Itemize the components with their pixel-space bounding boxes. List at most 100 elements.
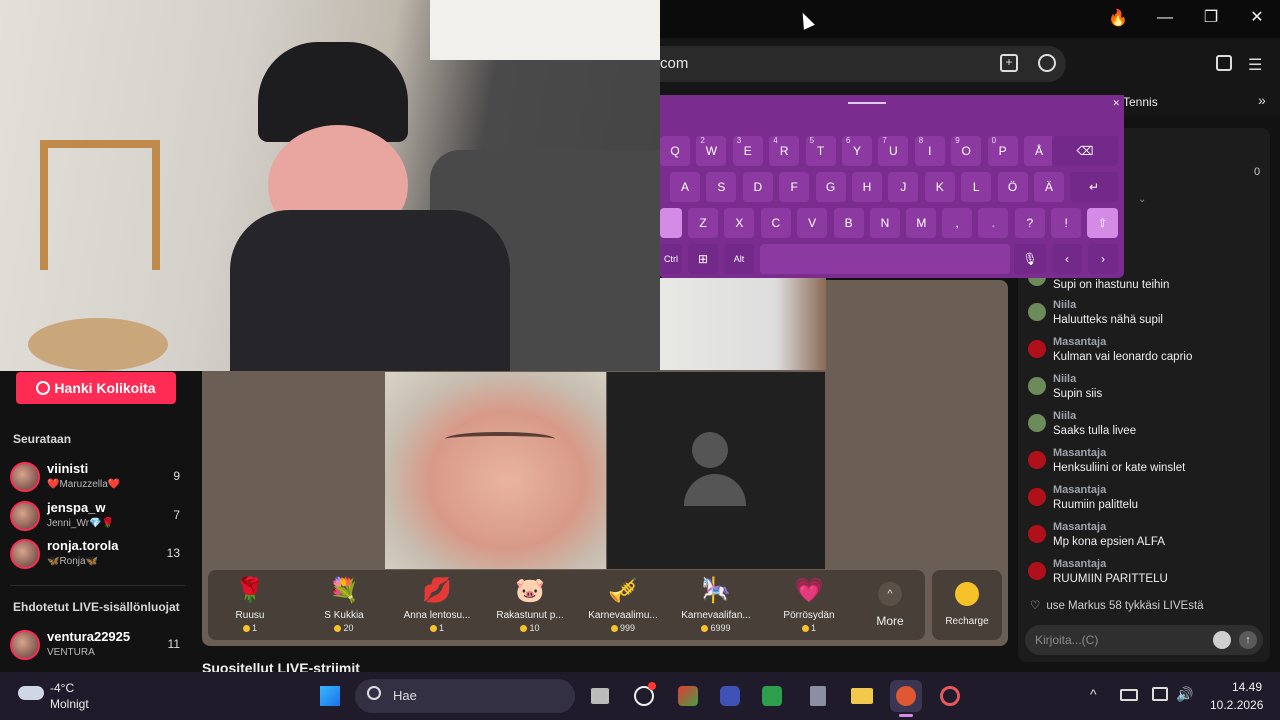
gift-item[interactable]: 🎺 Karnevaalimu... 999 [577, 570, 669, 640]
gift-icon: 🎠 [701, 577, 731, 604]
key-m[interactable]: M [906, 208, 937, 238]
start-button[interactable] [314, 680, 346, 712]
following-item[interactable]: ronja.torola 🦋Ronja🦋 13 [10, 537, 190, 573]
collections-icon[interactable] [1216, 55, 1232, 71]
ctrl-key[interactable]: Ctrl [660, 244, 682, 274]
key-k[interactable]: K [924, 172, 955, 202]
enter-key[interactable]: ↵ [1070, 172, 1118, 202]
arrow-right-key[interactable]: › [1088, 244, 1118, 274]
key-punctuation[interactable]: ? [1014, 208, 1045, 238]
clock-time[interactable]: 14.49 [1232, 680, 1262, 694]
key-o[interactable]: 9O [951, 136, 982, 166]
key-x[interactable]: X [724, 208, 755, 238]
key-z[interactable]: Z [688, 208, 718, 238]
key-q[interactable]: Q [660, 136, 690, 166]
expand-chevron-icon[interactable]: ⌄ [1138, 194, 1146, 205]
get-coins-button[interactable]: Hanki Kolikoita [16, 372, 176, 404]
chat-message: Niila Saaks tulla livee [1028, 410, 1263, 446]
key-s[interactable]: S [706, 172, 737, 202]
network-icon[interactable] [1152, 687, 1168, 701]
key-v[interactable]: V [797, 208, 828, 238]
key-å[interactable]: Å [1024, 136, 1054, 166]
bookmark-tennis[interactable]: Tennis [1123, 95, 1158, 109]
key-h[interactable]: H [852, 172, 882, 202]
clock-date[interactable]: 10.2.2026 [1210, 698, 1263, 712]
suggested-item[interactable]: ventura22925 VENTURA 11 [10, 628, 190, 664]
url-text[interactable]: com [660, 55, 688, 72]
keyboard-drag-handle[interactable] [848, 102, 886, 104]
video-tile-partial[interactable] [660, 278, 826, 370]
key-e[interactable]: 3E [732, 136, 763, 166]
key-f[interactable]: F [779, 172, 810, 202]
backspace-key[interactable]: ⌫ [1052, 136, 1118, 166]
key-d[interactable]: D [742, 172, 773, 202]
key-y[interactable]: 6Y [842, 136, 872, 166]
person-jacket [230, 210, 510, 371]
key-punctuation[interactable]: . [978, 208, 1009, 238]
following-item[interactable]: jenspa_w Jenni_Wr💎🌹 7 [10, 499, 190, 535]
following-item[interactable]: viinisti ❤️Maruzzella❤️ 9 [10, 460, 190, 496]
shift-key-right[interactable]: ⇧ [1087, 208, 1118, 238]
chevron-right-icon[interactable]: » [1258, 92, 1266, 108]
gift-item[interactable]: 💋 Anna lentosu... 1 [391, 570, 483, 640]
key-j[interactable]: J [888, 172, 919, 202]
weather-widget[interactable]: -4°C Molnigt [18, 680, 138, 714]
key-r[interactable]: 4R [769, 136, 800, 166]
key-g[interactable]: G [815, 172, 846, 202]
camera-app-icon[interactable] [714, 680, 746, 712]
add-bookmark-icon[interactable]: + [1000, 54, 1018, 72]
key-b[interactable]: B [833, 208, 864, 238]
send-icon[interactable]: ↑ [1239, 631, 1257, 649]
alt-key[interactable]: Alt [724, 244, 754, 274]
gift-price: 20 [298, 623, 390, 633]
key-l[interactable]: L [961, 172, 992, 202]
key-i[interactable]: 8I [914, 136, 945, 166]
restore-button[interactable]: ❐ [1194, 3, 1228, 33]
duckduckgo-icon[interactable] [890, 680, 922, 712]
gift-more-button[interactable]: ^ More [870, 578, 910, 634]
emoji-icon[interactable] [1213, 631, 1231, 649]
browser-app-icon[interactable] [934, 680, 966, 712]
close-button[interactable]: ✕ [1240, 3, 1274, 33]
chevron-up-icon[interactable]: ^ [1090, 686, 1097, 702]
file-explorer-icon[interactable] [846, 680, 878, 712]
video-tile-guest[interactable] [385, 372, 606, 569]
gift-item[interactable]: 💐 S Kukkia 20 [298, 570, 390, 640]
key-punctuation[interactable]: , [942, 208, 972, 238]
shift-key-left[interactable] [660, 208, 682, 238]
gift-item[interactable]: 💗 Pörrösydän 1 [763, 570, 855, 640]
chart-app-icon[interactable] [756, 680, 788, 712]
key-w[interactable]: 2W [696, 136, 727, 166]
chat-bubble-icon[interactable] [1038, 54, 1056, 72]
gift-item[interactable]: 🌹 Ruusu 1 [204, 570, 296, 640]
volume-icon[interactable]: 🔊 [1176, 686, 1193, 703]
key-ö[interactable]: Ö [997, 172, 1028, 202]
taskbar-search[interactable]: Hae [355, 679, 575, 713]
minimize-button[interactable]: — [1148, 3, 1182, 33]
video-tile-empty[interactable] [607, 372, 825, 569]
microphone-icon[interactable]: 🎙 [1014, 244, 1046, 274]
calculator-icon[interactable] [802, 680, 834, 712]
gift-item[interactable]: 🎠 Karnevaalifan... 6999 [670, 570, 762, 640]
flame-icon[interactable]: 🔥 [1108, 8, 1128, 28]
windows-key[interactable]: ⊞ [688, 244, 718, 274]
arrow-left-key[interactable]: ‹ [1052, 244, 1082, 274]
key-c[interactable]: C [760, 208, 791, 238]
gift-price-value: 1 [810, 623, 816, 633]
menu-icon[interactable]: ☰ [1248, 55, 1262, 75]
key-p[interactable]: 0P [987, 136, 1018, 166]
task-view-icon[interactable] [584, 680, 616, 712]
key-n[interactable]: N [870, 208, 900, 238]
key-ä[interactable]: Ä [1034, 172, 1064, 202]
gift-item[interactable]: 🐷 Rakastunut p... 10 [484, 570, 576, 640]
key-u[interactable]: 7U [878, 136, 909, 166]
space-key[interactable] [760, 244, 1010, 274]
key-a[interactable]: A [670, 172, 700, 202]
key-punctuation[interactable]: ! [1051, 208, 1082, 238]
key-t[interactable]: 5T [805, 136, 836, 166]
keyboard-close-icon[interactable]: ✕ [1112, 98, 1120, 109]
chat-input[interactable]: Kirjoita...(C) ↑ [1025, 625, 1263, 655]
keyboard-icon[interactable] [1120, 689, 1138, 701]
colorful-app-icon[interactable] [672, 680, 704, 712]
recharge-button[interactable]: Recharge [932, 570, 1002, 640]
